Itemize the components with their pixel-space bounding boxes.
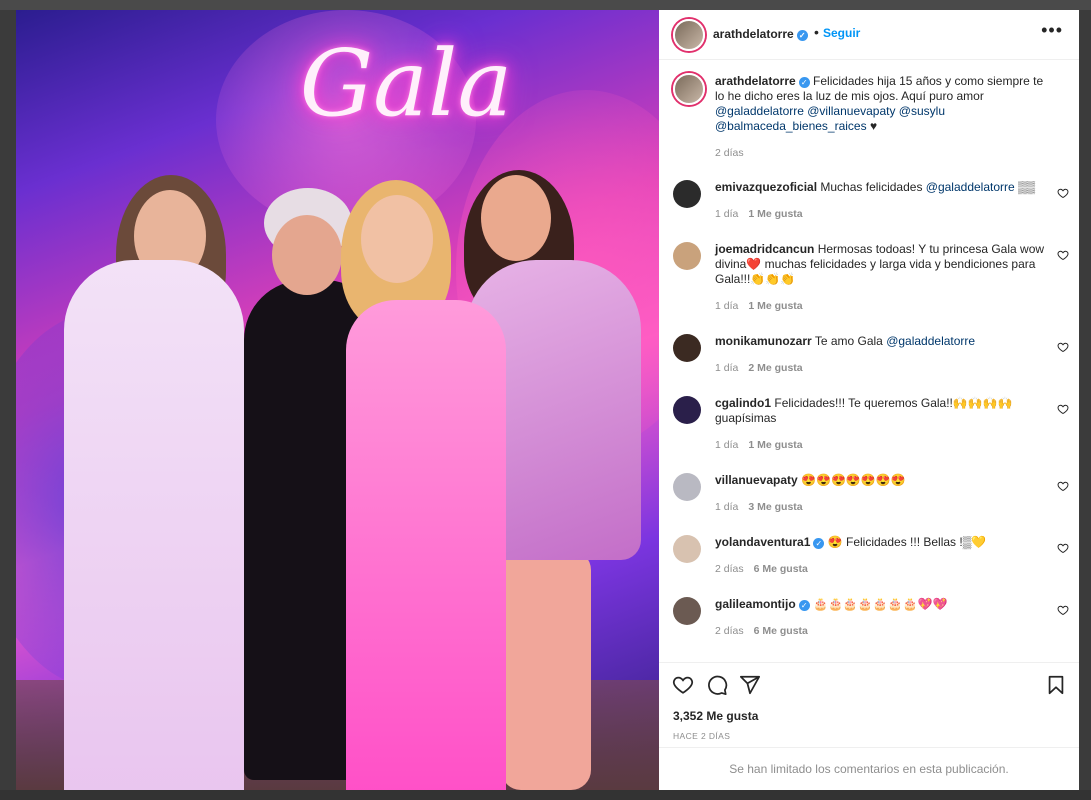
background-strip	[0, 790, 1091, 800]
comment-likes[interactable]: 3 Me gusta	[748, 501, 802, 513]
commenter-username[interactable]: cgalindo1	[715, 396, 771, 410]
comment-time[interactable]: 1 día	[715, 208, 738, 220]
likes-count[interactable]: 3,352 Me gusta	[673, 709, 758, 723]
comment-likes[interactable]: 2 Me gusta	[748, 362, 802, 374]
commenter-avatar[interactable]	[673, 473, 701, 501]
verified-icon: ✓	[813, 538, 825, 549]
bookmark-icon[interactable]	[1045, 674, 1067, 696]
comment-meta: 1 día 1 Me gusta	[715, 439, 803, 451]
caption-username[interactable]: arathdelatorre	[715, 74, 796, 88]
comments-list[interactable]: arathdelatorre ✓ Felicidades hija 15 años…	[659, 61, 1079, 662]
post-timestamp[interactable]: HACE 2 DÍAS	[673, 731, 730, 741]
background-nav	[0, 0, 1091, 10]
comment-like-icon[interactable]	[1057, 341, 1069, 353]
comment-suffix: ▒▒	[1014, 180, 1036, 194]
author-username[interactable]: arathdelatorre ✓	[713, 27, 808, 41]
comment-text: 😍😍😍😍😍😍😍	[801, 473, 906, 487]
comment-time[interactable]: 2 días	[715, 563, 744, 575]
comment-meta: 2 días 6 Me gusta	[715, 625, 808, 637]
commenter-username[interactable]: joemadridcancun	[715, 242, 814, 256]
comment-like-icon[interactable]	[1057, 604, 1069, 616]
commenter-username[interactable]: emivazquezoficial	[715, 180, 817, 194]
comment-mention[interactable]: @galaddelatorre	[886, 334, 975, 348]
comment-likes[interactable]: 1 Me gusta	[748, 439, 802, 451]
commenter-username[interactable]: galileamontijo	[715, 597, 796, 611]
post-photo[interactable]: Gala	[16, 10, 659, 790]
verified-icon: ✓	[798, 77, 810, 88]
commenter-avatar[interactable]	[673, 396, 701, 424]
commenter-avatar[interactable]	[673, 597, 701, 625]
comment-meta: 1 día 2 Me gusta	[715, 362, 803, 374]
comment-text: 🎂🎂🎂🎂🎂🎂🎂💖💖	[813, 597, 948, 611]
follow-button[interactable]: Seguir	[823, 26, 860, 40]
comment-like-icon[interactable]	[1057, 249, 1069, 261]
comment-text: Muchas felicidades	[820, 180, 926, 194]
comment-like-icon[interactable]	[1057, 480, 1069, 492]
like-heart-icon[interactable]	[672, 674, 694, 696]
commenter-avatar[interactable]	[673, 180, 701, 208]
comment-likes[interactable]: 1 Me gusta	[748, 208, 802, 220]
comment-meta: 2 días 6 Me gusta	[715, 563, 808, 575]
verified-icon: ✓	[796, 30, 808, 41]
comment-time[interactable]: 1 día	[715, 439, 738, 451]
comment-like-icon[interactable]	[1057, 542, 1069, 554]
comment-likes[interactable]: 1 Me gusta	[748, 300, 802, 312]
comment-text: 😍 Felicidades !!! Bellas !▒💛	[827, 535, 987, 549]
commenter-username[interactable]: monikamunozarr	[715, 334, 812, 348]
share-icon[interactable]	[739, 674, 761, 696]
comment-likes[interactable]: 6 Me gusta	[754, 625, 808, 637]
commenter-avatar[interactable]	[673, 242, 701, 270]
comment-like-icon[interactable]	[1057, 403, 1069, 415]
comment-time[interactable]: 1 día	[715, 362, 738, 374]
more-options-icon[interactable]: •••	[1041, 20, 1063, 41]
comment-likes[interactable]: 6 Me gusta	[754, 563, 808, 575]
comment-like-icon[interactable]	[1057, 187, 1069, 199]
author-avatar[interactable]	[673, 19, 705, 51]
verified-icon: ✓	[798, 600, 810, 611]
comment-time[interactable]: 2 días	[715, 625, 744, 637]
separator-dot: •	[814, 24, 819, 40]
divider	[659, 662, 1079, 663]
commenter-avatar[interactable]	[673, 535, 701, 563]
caption-mentions[interactable]: @galaddelatorre @villanuevapaty @susylu …	[715, 104, 945, 133]
post-actions	[659, 670, 1079, 700]
comment-icon[interactable]	[706, 674, 728, 696]
comment-time[interactable]: 1 día	[715, 501, 738, 513]
commenter-username[interactable]: villanuevapaty	[715, 473, 798, 487]
comment-meta: 1 día 1 Me gusta	[715, 208, 803, 220]
comment-meta: 1 día 1 Me gusta	[715, 300, 803, 312]
post-header: arathdelatorre ✓ • Seguir •••	[659, 10, 1079, 60]
comments-limited-notice: Se han limitado los comentarios en esta …	[659, 747, 1079, 790]
post-side-panel: arathdelatorre ✓ • Seguir ••• arathdelato…	[659, 10, 1079, 790]
caption-time[interactable]: 2 días	[715, 147, 744, 159]
comment-time[interactable]: 1 día	[715, 300, 738, 312]
comment-meta: 1 día 3 Me gusta	[715, 501, 803, 513]
commenter-username[interactable]: yolandaventura1	[715, 535, 810, 549]
caption-suffix: ♥	[866, 119, 878, 133]
comment-text: Te amo Gala	[814, 334, 887, 348]
neon-sign: Gala	[299, 30, 513, 137]
caption-avatar[interactable]	[673, 73, 705, 105]
post-caption: arathdelatorre ✓ Felicidades hija 15 años…	[715, 74, 1055, 134]
commenter-avatar[interactable]	[673, 334, 701, 362]
comment-mention[interactable]: @galaddelatorre	[926, 180, 1015, 194]
